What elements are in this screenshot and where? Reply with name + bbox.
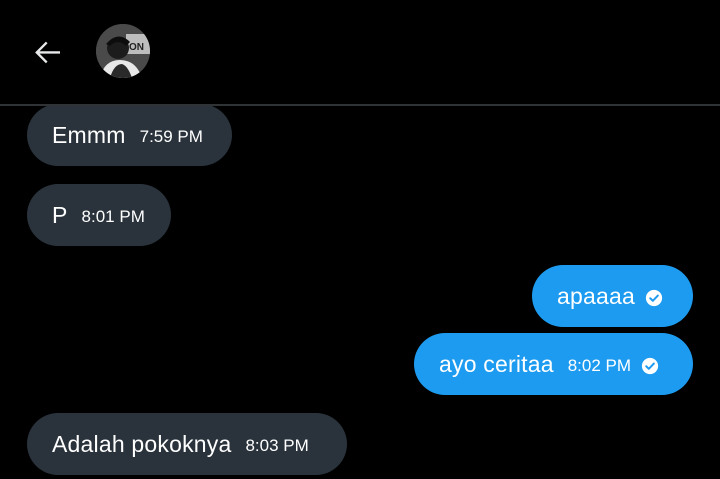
message-bubble-incoming[interactable]: Emmm 7:59 PM: [27, 106, 232, 166]
message-text: Adalah pokoknya: [52, 430, 232, 457]
check-circle-icon: [641, 357, 659, 374]
svg-text:ON: ON: [129, 42, 144, 53]
avatar-photo-icon: ON: [96, 24, 150, 78]
message-text: ayo ceritaa: [439, 350, 554, 377]
message-bubble-incoming[interactable]: P 8:01 PM: [27, 184, 171, 246]
message-text: P: [52, 201, 68, 228]
chat-screen: ON Emmm 7:59 PM P 8:01 PM apaaaa ayo cer…: [0, 0, 720, 479]
message-text: Emmm: [52, 121, 126, 148]
message-time: 7:59 PM: [139, 126, 203, 146]
message-time: 8:03 PM: [245, 435, 309, 455]
check-circle-icon: [645, 289, 663, 306]
message-bubble-outgoing[interactable]: ayo ceritaa 8:02 PM: [414, 333, 693, 395]
arrow-left-icon: [35, 41, 60, 64]
message-time: 8:02 PM: [567, 355, 632, 375]
message-list: Emmm 7:59 PM P 8:01 PM apaaaa ayo cerita…: [0, 106, 720, 479]
back-button[interactable]: [28, 32, 68, 72]
message-text: apaaaa: [557, 282, 635, 309]
user-avatar[interactable]: ON: [96, 24, 150, 78]
message-bubble-outgoing[interactable]: apaaaa: [532, 265, 693, 327]
chat-header: ON: [0, 0, 720, 106]
message-bubble-incoming[interactable]: Adalah pokoknya 8:03 PM: [27, 413, 347, 475]
message-time: 8:01 PM: [81, 206, 145, 226]
